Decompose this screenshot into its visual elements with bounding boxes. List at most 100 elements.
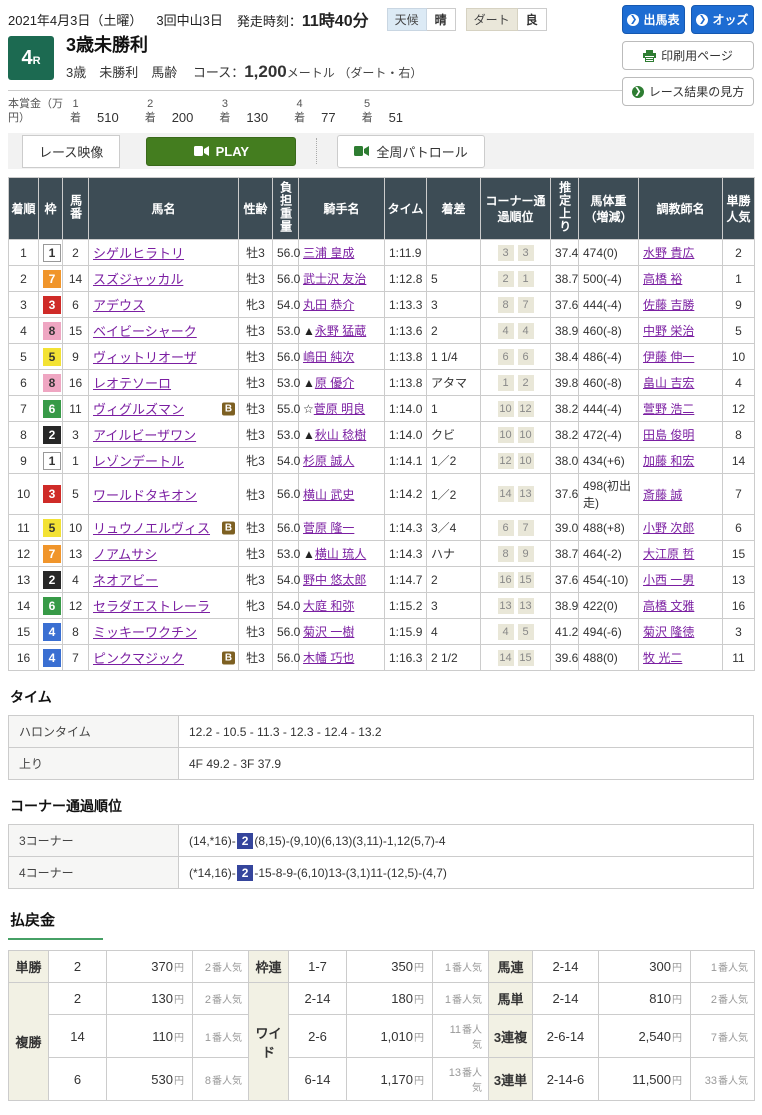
trainer-link[interactable]: 佐藤 吉勝 bbox=[643, 298, 694, 312]
trainer-link[interactable]: 中野 栄治 bbox=[643, 324, 694, 338]
frame-cell: 7 bbox=[38, 265, 63, 293]
carried-weight: 56.0 bbox=[272, 644, 300, 672]
jockey-link[interactable]: 秋山 稔樹 bbox=[315, 428, 366, 442]
carried-weight: 54.0 bbox=[272, 592, 300, 620]
course-detail: （ダート・右） bbox=[338, 65, 423, 80]
trainer-link[interactable]: 高橋 裕 bbox=[643, 272, 682, 286]
entries-button[interactable]: ❯ 出馬表 bbox=[622, 5, 685, 34]
horse-name-link[interactable]: ミッキーワクチン bbox=[93, 625, 197, 640]
sex-age: 牡3 bbox=[238, 540, 273, 568]
carried-weight: 53.0 bbox=[272, 540, 300, 568]
last-3f: 41.2 bbox=[550, 618, 579, 646]
trifecta-combo: 2-14-6 bbox=[532, 1057, 599, 1102]
jockey-cell: ▲原 優介 bbox=[298, 369, 385, 397]
odds-button[interactable]: ❯ オッズ bbox=[691, 5, 754, 34]
frame-cell: 4 bbox=[38, 644, 63, 672]
jockey-link[interactable]: 原 優介 bbox=[315, 376, 354, 390]
horse-name-cell: ヴィットリオーザ B bbox=[88, 343, 239, 371]
finish-position: 12 bbox=[8, 540, 39, 568]
jockey-link[interactable]: 菅原 明良 bbox=[314, 402, 365, 416]
sex-age: 牡3 bbox=[238, 369, 273, 397]
corner-positions: 10 12 bbox=[480, 395, 551, 423]
jockey-link[interactable]: 横山 武史 bbox=[303, 488, 354, 502]
horse-name-link[interactable]: ベイビーシャーク bbox=[93, 324, 197, 339]
horse-number: 16 bbox=[62, 369, 89, 397]
jockey-cell: 木幡 巧也 bbox=[298, 644, 385, 672]
win-popularity: 9 bbox=[722, 291, 755, 319]
win-popularity: 13 bbox=[722, 566, 755, 594]
jockey-link[interactable]: 木幡 巧也 bbox=[303, 651, 354, 665]
horse-name-link[interactable]: アイルビーザワン bbox=[93, 428, 196, 443]
patrol-video-button[interactable]: 全周パトロール bbox=[337, 134, 485, 168]
carried-weight: 56.0 bbox=[272, 265, 300, 293]
jockey-link[interactable]: 菅原 隆一 bbox=[303, 521, 354, 535]
horse-name-link[interactable]: セラダエストレーラ bbox=[93, 599, 210, 614]
furlong-time-row: ハロンタイム 12.2 - 10.5 - 11.3 - 12.3 - 12.4 … bbox=[8, 715, 754, 749]
horse-name-link[interactable]: ピンクマジック bbox=[93, 651, 184, 666]
print-page-button[interactable]: 印刷用ページ bbox=[622, 41, 754, 70]
carried-weight: 53.0 bbox=[272, 421, 300, 449]
horse-name-link[interactable]: アデウス bbox=[93, 298, 145, 313]
trainer-link[interactable]: 萱野 浩二 bbox=[643, 402, 694, 416]
result-row: 4 8 15 ベイビーシャーク B 牡3 53.0 ▲永野 猛蔵 1:13.6 … bbox=[8, 317, 755, 345]
jockey-link[interactable]: 大庭 和弥 bbox=[303, 599, 354, 613]
trainer-cell: 中野 栄治 bbox=[638, 317, 723, 345]
trainer-link[interactable]: 加藤 和宏 bbox=[643, 454, 694, 468]
quinella-popularity: 1番人気 bbox=[690, 950, 755, 984]
place-combo: 6 bbox=[48, 1057, 107, 1102]
win-popularity: 16 bbox=[722, 592, 755, 620]
race-number-badge: 4R bbox=[8, 36, 54, 80]
horse-name-link[interactable]: ヴィットリオーザ bbox=[93, 350, 197, 365]
jockey-link[interactable]: 永野 猛蔵 bbox=[315, 324, 366, 338]
trainer-link[interactable]: 小西 一男 bbox=[643, 573, 694, 587]
horse-name-link[interactable]: ワールドタキオン bbox=[93, 488, 197, 503]
horse-name-cell: レオテソーロ B bbox=[88, 369, 239, 397]
jockey-link[interactable]: 野中 悠太郎 bbox=[303, 573, 366, 587]
trainer-link[interactable]: 田島 俊明 bbox=[643, 428, 694, 442]
trainer-link[interactable]: 畠山 吉宏 bbox=[643, 376, 694, 390]
horse-name-link[interactable]: シゲルヒラトリ bbox=[93, 246, 184, 261]
finish-time: 1:14.2 bbox=[384, 473, 427, 516]
race-distance: 1,200 bbox=[244, 61, 287, 81]
jockey-link[interactable]: 嶋田 純次 bbox=[303, 350, 354, 364]
finish-time: 1:15.2 bbox=[384, 592, 427, 620]
horse-name-link[interactable]: ネオアビー bbox=[93, 573, 158, 588]
col-corner-order: コーナー通過順位 bbox=[480, 177, 551, 241]
wide-popularity: 13番人気 bbox=[432, 1057, 489, 1102]
horse-weight: 486(-4) bbox=[578, 343, 639, 371]
trainer-link[interactable]: 伊藤 伸一 bbox=[643, 350, 694, 364]
camera-icon bbox=[354, 146, 370, 157]
jockey-link[interactable]: 菊沢 一樹 bbox=[303, 625, 354, 639]
jockey-link[interactable]: 横山 琉人 bbox=[315, 547, 366, 561]
payout-row: 単勝 2 370円 2番人気 枠連 1-7 350円 1番人気 馬連 2-14 … bbox=[8, 950, 755, 984]
trainer-link[interactable]: 斎藤 誠 bbox=[643, 488, 682, 502]
jockey-link[interactable]: 杉原 誠人 bbox=[303, 454, 354, 468]
finish-time: 1:13.8 bbox=[384, 343, 427, 371]
blinker-badge: B bbox=[222, 651, 235, 665]
trainer-link[interactable]: 高橋 文雅 bbox=[643, 599, 694, 613]
trainer-link[interactable]: 牧 光二 bbox=[643, 651, 682, 665]
trainer-cell: 菊沢 隆徳 bbox=[638, 618, 723, 646]
horse-name-link[interactable]: レオテソーロ bbox=[93, 376, 171, 391]
horse-name-link[interactable]: リュウノエルヴィス bbox=[93, 521, 210, 536]
play-button[interactable]: PLAY bbox=[146, 136, 297, 166]
horse-name-cell: シゲルヒラトリ B bbox=[88, 239, 239, 267]
horse-name-link[interactable]: スズジャッカル bbox=[93, 272, 183, 287]
trainer-link[interactable]: 大江原 哲 bbox=[643, 547, 694, 561]
agari-value: 4F 49.2 - 3F 37.9 bbox=[178, 747, 754, 781]
horse-name-link[interactable]: レゾンデートル bbox=[93, 454, 184, 469]
jockey-link[interactable]: 三浦 皇成 bbox=[303, 246, 354, 260]
trainer-link[interactable]: 菊沢 隆徳 bbox=[643, 625, 694, 639]
sex-age: 牡3 bbox=[238, 514, 273, 542]
jockey-link[interactable]: 丸田 恭介 bbox=[303, 298, 354, 312]
result-guide-button[interactable]: ❯ レース結果の見方 bbox=[622, 77, 754, 106]
trainer-link[interactable]: 水野 貴広 bbox=[643, 246, 694, 260]
horse-weight: 494(-6) bbox=[578, 618, 639, 646]
jockey-link[interactable]: 武士沢 友治 bbox=[303, 272, 366, 286]
margin: 3 bbox=[426, 592, 481, 620]
horse-name-link[interactable]: ノアムサシ bbox=[93, 547, 157, 562]
margin: 2 1/2 bbox=[426, 644, 481, 672]
trainer-link[interactable]: 小野 次郎 bbox=[643, 521, 694, 535]
horse-name-link[interactable]: ヴィグルズマン bbox=[93, 402, 184, 417]
last-3f: 38.4 bbox=[550, 343, 579, 371]
